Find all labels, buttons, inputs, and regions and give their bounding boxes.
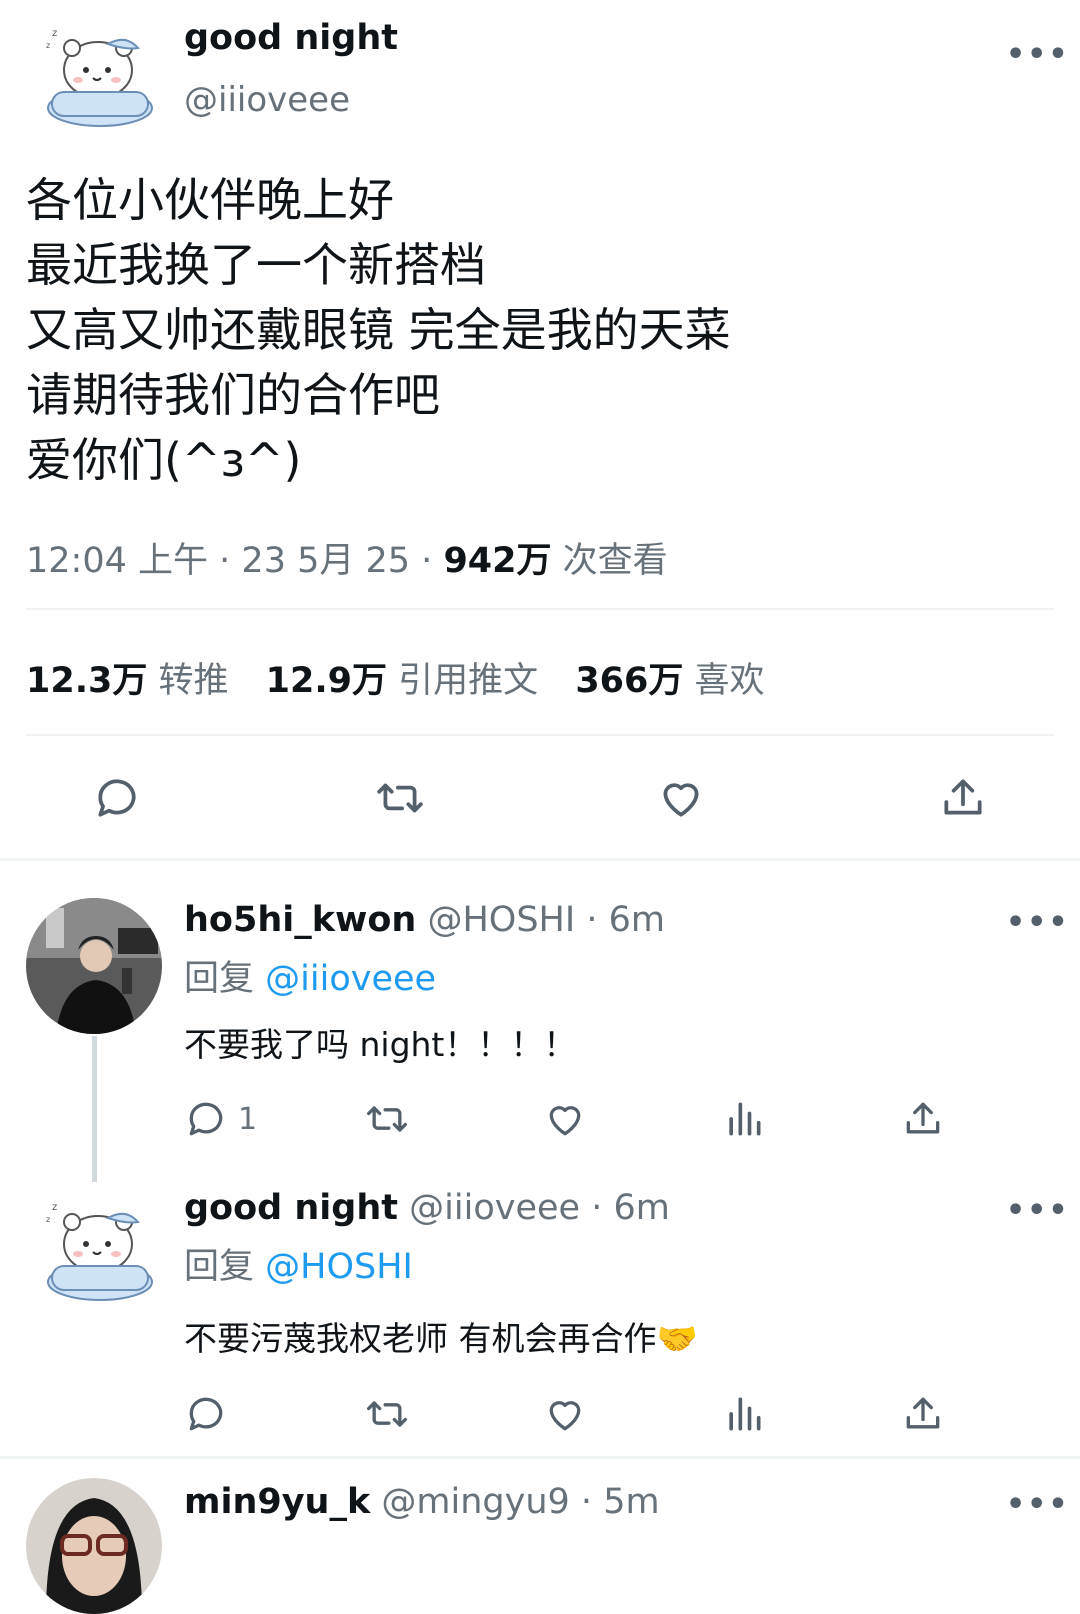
reply-avatar[interactable] xyxy=(26,898,162,1034)
user-photo-icon xyxy=(26,1478,162,1614)
reply-prefix: 回复 xyxy=(184,959,255,999)
like-icon[interactable] xyxy=(542,1392,588,1436)
bear-avatar-icon: z z xyxy=(46,28,153,127)
replying-to: 回复 @iiioveee xyxy=(184,950,436,1001)
divider xyxy=(26,734,1054,736)
reply-time[interactable]: 5m xyxy=(603,1482,659,1522)
reply-header: ho5hi_kwon @HOSHI · 6m xyxy=(184,900,665,940)
retweets-label: 转推 xyxy=(158,661,229,701)
author-name[interactable]: good night xyxy=(184,18,398,58)
analytics-icon[interactable] xyxy=(724,1392,764,1436)
like-icon[interactable] xyxy=(655,773,707,823)
separator: · xyxy=(219,541,231,581)
author-handle[interactable]: @iiioveee xyxy=(184,80,350,120)
reply-author-handle[interactable]: @iiioveee xyxy=(409,1188,580,1228)
reply-author-handle[interactable]: @mingyu9 xyxy=(381,1482,569,1522)
divider xyxy=(26,608,1054,610)
section-divider xyxy=(0,1456,1080,1459)
retweets-count: 12.3万 xyxy=(26,661,148,701)
share-icon[interactable] xyxy=(900,1097,946,1141)
reply-author-name[interactable]: good night xyxy=(184,1188,398,1228)
reply-text: 不要污蔑我权老师 有机会再合作🤝 xyxy=(184,1319,698,1358)
more-options-icon[interactable]: ••• xyxy=(1006,1490,1070,1520)
reply-header: min9yu_k @mingyu9 · 5m xyxy=(184,1482,660,1522)
retweet-icon[interactable] xyxy=(362,1097,412,1141)
author-avatar[interactable]: z z xyxy=(38,22,158,132)
tweet-meta: 12:04 上午 · 23 5月 25 · 942万 次查看 xyxy=(26,532,668,583)
reply-avatar[interactable] xyxy=(26,1478,162,1614)
reply-to-handle[interactable]: @HOSHI xyxy=(265,1247,413,1287)
reply-icon[interactable]: 1 xyxy=(184,1097,257,1141)
separator: · xyxy=(586,900,598,940)
reply-author-handle[interactable]: @HOSHI xyxy=(427,900,575,940)
bear-avatar-icon: z z xyxy=(46,1202,153,1301)
section-divider xyxy=(0,858,1080,861)
tweet-line: 请期待我们的合作吧 xyxy=(26,368,440,422)
likes-stat[interactable]: 366万 喜欢 xyxy=(575,661,764,701)
reply-avatar[interactable]: z z xyxy=(38,1196,158,1306)
quotes-count: 12.9万 xyxy=(265,661,388,701)
retweet-icon[interactable] xyxy=(372,773,428,823)
like-icon[interactable] xyxy=(542,1097,588,1141)
reply-time[interactable]: 6m xyxy=(609,900,665,940)
reply-text: 不要我了吗 night！！！！ xyxy=(184,1025,577,1064)
separator: · xyxy=(580,1482,593,1522)
replying-to: 回复 @HOSHI xyxy=(184,1238,413,1289)
reply-time[interactable]: 6m xyxy=(613,1188,669,1228)
reply-header: good night @iiioveee · 6m xyxy=(184,1188,670,1228)
tweet-stats: 12.3万 转推 12.9万 引用推文 366万 喜欢 xyxy=(26,652,765,703)
tweet-line: 又高又帅还戴眼镜 完全是我的天菜 xyxy=(26,303,731,357)
reply-to-handle[interactable]: @iiioveee xyxy=(265,959,436,999)
share-icon[interactable] xyxy=(937,773,989,823)
views-count[interactable]: 942万 xyxy=(443,541,551,581)
user-photo-icon xyxy=(26,898,162,1034)
reply-count: 1 xyxy=(238,1101,258,1137)
more-options-icon[interactable]: ••• xyxy=(1006,908,1070,938)
reply-author-name[interactable]: ho5hi_kwon xyxy=(184,900,416,940)
svg-text:z: z xyxy=(46,1215,50,1224)
separator: · xyxy=(421,541,433,581)
share-icon[interactable] xyxy=(900,1392,946,1436)
tweet-line: 最近我换了一个新搭档 xyxy=(26,238,486,292)
reply-prefix: 回复 xyxy=(184,1247,255,1287)
retweets-stat[interactable]: 12.3万 转推 xyxy=(26,661,229,701)
more-options-icon[interactable]: ••• xyxy=(1006,1196,1070,1226)
reply-icon[interactable] xyxy=(184,1392,228,1436)
tweet-time: 12:04 上午 xyxy=(26,541,208,581)
likes-label: 喜欢 xyxy=(694,661,765,701)
thread-line xyxy=(92,1036,97,1182)
likes-count: 366万 xyxy=(575,661,684,701)
svg-text:z: z xyxy=(52,28,57,39)
tweet-line: 爱你们(^з^) xyxy=(26,433,302,487)
retweet-icon[interactable] xyxy=(362,1392,412,1436)
separator: · xyxy=(591,1188,603,1228)
tweet-text: 各位小伙伴晚上好 最近我换了一个新搭档 又高又帅还戴眼镜 完全是我的天菜 请期待… xyxy=(26,168,731,493)
tweet-line: 各位小伙伴晚上好 xyxy=(26,173,394,227)
svg-text:z: z xyxy=(46,41,50,50)
views-label: 次查看 xyxy=(562,541,668,581)
svg-text:z: z xyxy=(52,1202,57,1213)
quotes-label: 引用推文 xyxy=(398,661,539,701)
tweet-date: 23 5月 25 xyxy=(241,541,411,581)
analytics-icon[interactable] xyxy=(724,1097,764,1141)
reply-icon[interactable] xyxy=(92,773,142,823)
reply-author-name[interactable]: min9yu_k xyxy=(184,1482,370,1522)
quotes-stat[interactable]: 12.9万 引用推文 xyxy=(266,661,539,701)
more-options-icon[interactable]: ••• xyxy=(1006,40,1070,70)
